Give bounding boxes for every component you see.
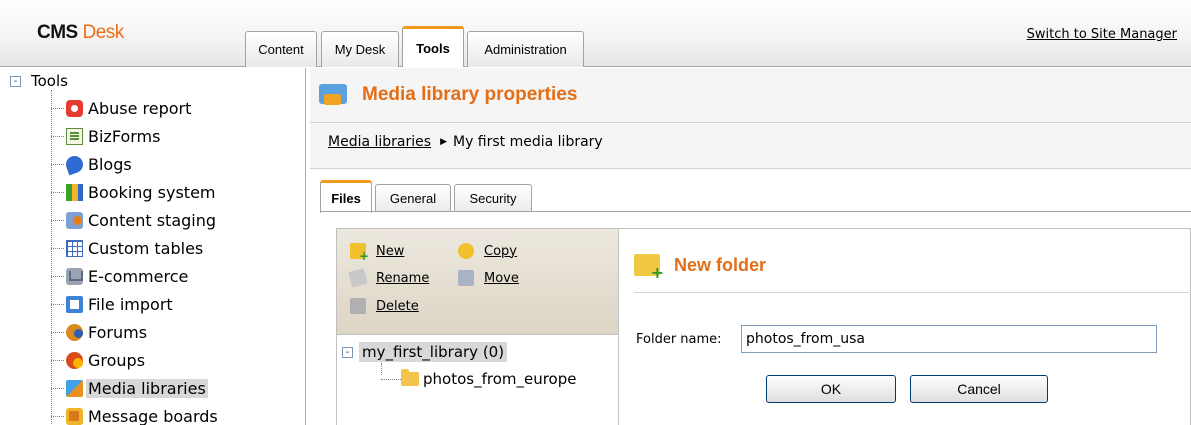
tree-item-bizforms[interactable]: BizForms [51, 123, 162, 149]
library-root-node[interactable]: - my_first_library (0) [342, 342, 508, 362]
library-folder-tree: - my_first_library (0) photos_from_europ… [337, 335, 619, 425]
tree-item-forums[interactable]: Forums [51, 319, 149, 345]
copy-label: Copy [484, 243, 517, 259]
tree-item-label: Content staging [88, 210, 217, 230]
message-boards-icon [66, 407, 83, 425]
forums-icon [66, 323, 83, 341]
tree-item-content-staging[interactable]: Content staging [51, 207, 218, 233]
breadcrumb-current: My first media library [452, 134, 603, 150]
folder-name-input[interactable] [741, 325, 1157, 353]
content-staging-icon [66, 211, 83, 229]
tab-security[interactable]: Security [454, 184, 532, 212]
media-libraries-icon [66, 379, 83, 397]
custom-tables-icon [66, 239, 83, 257]
tree-item-abuse-report[interactable]: Abuse report [51, 95, 193, 121]
tab-general[interactable]: General [375, 184, 451, 212]
ecommerce-icon [66, 267, 83, 285]
tree-item-label: Message boards [88, 406, 218, 425]
tab-my-desk-label: My Desk [334, 42, 386, 57]
file-actions-toolbar: New Copy Rename Move Delete [337, 229, 619, 335]
new-label: New [376, 243, 405, 259]
tree-item-file-import[interactable]: File import [51, 291, 175, 317]
blogs-icon [63, 153, 86, 175]
tab-divider [320, 211, 1191, 212]
tree-item-label: Forums [88, 322, 148, 342]
booking-system-icon [66, 183, 83, 201]
tab-files-label: Files [331, 190, 361, 206]
tree-item-label: BizForms [88, 126, 161, 146]
new-button[interactable]: New [350, 243, 405, 263]
breadcrumb-arrow-icon: ▶ [440, 137, 447, 147]
tree-item-booking-system[interactable]: Booking system [51, 179, 218, 205]
tree-item-label: Abuse report [88, 98, 192, 118]
tab-tools[interactable]: Tools [402, 26, 464, 67]
files-panel: New Copy Rename Move Delete - my_fi [336, 228, 1191, 425]
tab-tools-label: Tools [416, 40, 450, 56]
tree-item-label: File import [88, 294, 173, 314]
new-folder-title: New folder [674, 254, 767, 275]
file-import-icon [66, 295, 83, 313]
tree-item-label: Media libraries [86, 378, 208, 398]
tree-item-label: Blogs [88, 154, 132, 174]
tree-item-label: Booking system [88, 182, 216, 202]
groups-icon [66, 351, 83, 369]
breadcrumb-media-libraries-link[interactable]: Media libraries [328, 134, 431, 150]
tree-item-ecommerce[interactable]: E-commerce [51, 263, 190, 289]
folder-node-photos-from-europe[interactable]: photos_from_europe [381, 369, 577, 388]
breadcrumb: Media libraries ▶ My first media library [328, 134, 603, 150]
rename-label: Rename [376, 270, 430, 286]
copy-button[interactable]: Copy [458, 243, 517, 259]
tree-root-label: Tools [31, 72, 68, 90]
move-label: Move [484, 270, 519, 286]
tab-content-label: Content [258, 42, 304, 57]
tab-content[interactable]: Content [245, 31, 317, 67]
abuse-report-icon [66, 99, 83, 117]
tree-item-groups[interactable]: Groups [51, 347, 147, 373]
tree-item-blogs[interactable]: Blogs [51, 151, 134, 177]
media-library-icon [318, 80, 348, 110]
tree-item-custom-tables[interactable]: Custom tables [51, 235, 205, 261]
tree-item-message-boards[interactable]: Message boards [51, 403, 220, 425]
tab-security-label: Security [469, 191, 517, 206]
tab-files[interactable]: Files [320, 180, 372, 213]
switch-to-site-manager-link[interactable]: Switch to Site Manager [1027, 27, 1177, 42]
tab-administration[interactable]: Administration [467, 31, 584, 67]
rename-button[interactable]: Rename [348, 268, 430, 288]
form-divider [634, 292, 1191, 293]
folder-icon [401, 369, 419, 386]
cancel-button[interactable]: Cancel [910, 375, 1048, 403]
copy-icon [458, 243, 474, 259]
move-button[interactable]: Move [458, 270, 519, 286]
ok-button[interactable]: OK [766, 375, 896, 403]
page-title: Media library properties [362, 84, 578, 105]
collapse-toggle-icon[interactable]: - [342, 346, 353, 358]
delete-icon [350, 298, 366, 314]
new-folder-form: New folder Folder name: OK Cancel [620, 229, 1191, 425]
cms-desk-logo: CMS Desk [37, 22, 124, 43]
tree-item-label: E-commerce [88, 266, 189, 286]
tree-item-label: Groups [88, 350, 146, 370]
tools-tree-panel: - Tools Abuse report BizForms Blogs Book… [0, 68, 306, 425]
new-folder-icon [350, 243, 369, 263]
tree-item-media-libraries[interactable]: Media libraries [51, 375, 208, 401]
collapse-toggle-icon[interactable]: - [10, 75, 21, 87]
bizforms-icon [66, 127, 83, 145]
tab-my-desk[interactable]: My Desk [321, 31, 399, 67]
tree-root-tools[interactable]: - Tools [10, 72, 68, 90]
top-header: CMS Desk Content My Desk Tools Administr… [0, 0, 1191, 67]
tree-item-label: Custom tables [88, 238, 204, 258]
library-root-label: my_first_library (0) [359, 342, 508, 362]
new-folder-icon [634, 254, 664, 282]
page-title-bar: Media library properties [310, 68, 1191, 123]
rename-icon [348, 268, 368, 288]
tab-general-label: General [389, 191, 437, 206]
folder-name-label: Folder name: [636, 332, 722, 347]
delete-label: Delete [376, 298, 419, 314]
new-folder-header: New folder [634, 254, 767, 282]
tab-administration-label: Administration [484, 42, 567, 57]
move-icon [458, 270, 474, 286]
folder-label: photos_from_europe [423, 370, 577, 388]
delete-button[interactable]: Delete [350, 298, 419, 314]
main-content: Media library properties Media libraries… [310, 68, 1191, 425]
